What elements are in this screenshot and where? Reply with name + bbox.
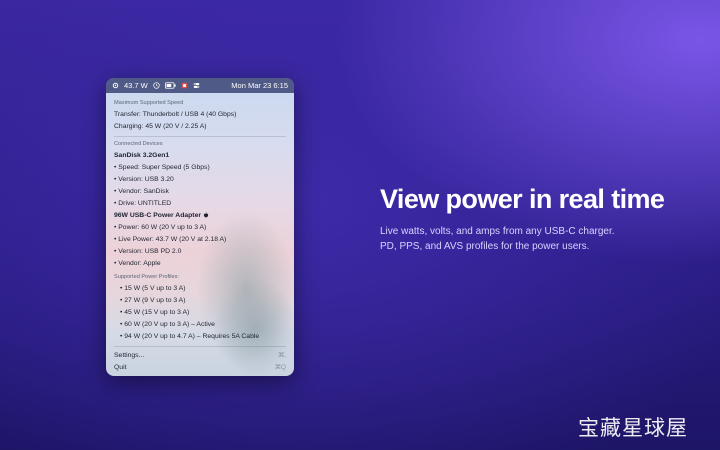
- divider: [114, 136, 286, 137]
- divider: [114, 346, 286, 347]
- control-center-icon[interactable]: [193, 82, 200, 89]
- transfer-speed[interactable]: Transfer: Thunderbolt / USB 4 (40 Gbps): [114, 109, 286, 121]
- marketing-description: Live watts, volts, and amps from any USB…: [380, 226, 615, 252]
- menu-bar: 43.7 W Mon Mar 23 6:15: [106, 78, 294, 93]
- apple-logo-icon: [203, 211, 209, 219]
- quit-label: Quit: [114, 364, 127, 371]
- charging-speed[interactable]: Charging: 45 W (20 V / 2.25 A): [114, 121, 286, 133]
- watermark-text: 宝藏星球屋: [578, 416, 688, 440]
- clock-icon[interactable]: [153, 82, 160, 89]
- device-vendor[interactable]: • Vendor: SanDisk: [114, 186, 286, 198]
- settings-label: Settings...: [114, 352, 145, 359]
- menu-list: Maximum Supported Speed Transfer: Thunde…: [106, 93, 294, 374]
- settings-menu-item[interactable]: Settings... ⌘,: [114, 350, 286, 362]
- max-speed-header: Maximum Supported Speed: [114, 100, 184, 106]
- power-reading[interactable]: 43.7 W: [124, 81, 148, 90]
- profile-item[interactable]: • 15 W (5 V up to 3 A): [114, 283, 286, 295]
- profile-item-active[interactable]: • 60 W (20 V up to 3 A) – Active: [114, 319, 286, 331]
- quit-shortcut: ⌘Q: [274, 364, 286, 371]
- device-version[interactable]: • Version: USB 3.20: [114, 174, 286, 186]
- profile-item[interactable]: • 27 W (9 V up to 3 A): [114, 295, 286, 307]
- adapter-power[interactable]: • Power: 60 W (20 V up to 3 A): [114, 222, 286, 234]
- power-profiles-header: Supported Power Profiles:: [114, 274, 179, 280]
- marketing-headline: View power in real time: [380, 184, 665, 214]
- device-drive[interactable]: • Drive: UNTITLED: [114, 198, 286, 210]
- device-name-sandisk[interactable]: SanDisk 3.2Gen1: [114, 150, 286, 162]
- adapter-live-power[interactable]: • Live Power: 43.7 W (20 V at 2.18 A): [114, 234, 286, 246]
- adapter-version[interactable]: • Version: USB PD 2.0: [114, 246, 286, 258]
- power-adapter-label: 96W USB-C Power Adapter: [114, 212, 201, 219]
- gear-icon[interactable]: [112, 82, 119, 89]
- menu-extra-window: 43.7 W Mon Mar 23 6:15 Maximum Supported…: [106, 78, 294, 376]
- battery-icon[interactable]: [164, 82, 176, 89]
- connected-devices-header: Connected Devices: [114, 141, 163, 147]
- menubar-date-time[interactable]: Mon Mar 23 6:15: [231, 81, 288, 90]
- settings-shortcut: ⌘,: [277, 352, 286, 359]
- flag-icon[interactable]: [181, 82, 188, 89]
- adapter-vendor[interactable]: • Vendor: Apple: [114, 258, 286, 270]
- device-name-power-adapter[interactable]: 96W USB-C Power Adapter: [114, 210, 286, 222]
- quit-menu-item[interactable]: Quit ⌘Q: [114, 362, 286, 374]
- profile-item[interactable]: • 94 W (20 V up to 4.7 A) – Requires 5A …: [114, 331, 286, 343]
- device-speed[interactable]: • Speed: Super Speed (5 Gbps): [114, 162, 286, 174]
- profile-item[interactable]: • 45 W (15 V up to 3 A): [114, 307, 286, 319]
